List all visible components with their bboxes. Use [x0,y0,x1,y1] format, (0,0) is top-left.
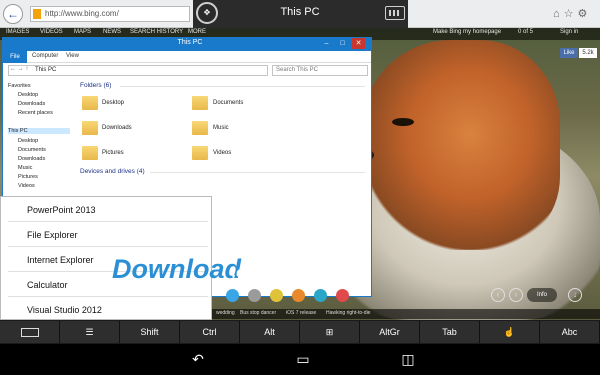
abc-keyboard-key[interactable]: Abc [540,321,600,343]
nav-pc-videos[interactable]: Videos [18,183,35,189]
bing-prev-icon[interactable]: ‹ [491,288,505,302]
app-item-visual-studio[interactable]: Visual Studio 2012 [27,305,102,315]
app-item-powerpoint[interactable]: PowerPoint 2013 [27,205,96,215]
minimize-icon[interactable]: – [320,38,333,49]
back-arrow-icon[interactable]: ← [3,4,23,24]
list-key[interactable]: ☰ [60,321,120,343]
news-item[interactable]: wedding [216,310,235,316]
nav-favorites[interactable]: Favorites [8,83,31,89]
keyboard-icon[interactable] [385,6,405,20]
dpad-icon[interactable]: ✥ [196,2,218,24]
nav-pc-desktop[interactable]: Desktop [18,138,38,144]
menu-divider [8,221,208,222]
fox-head [360,40,560,250]
watermark-dot [314,289,327,302]
fox-eye [392,118,414,126]
app-item-internet-explorer[interactable]: Internet Explorer [27,255,94,265]
section-divider [150,172,365,173]
shift-key[interactable]: Shift [120,321,180,343]
bing-favicon-icon [33,9,41,19]
tab-file[interactable]: File [3,51,27,63]
folder-icon[interactable] [192,146,208,160]
ctrl-key[interactable]: Ctrl [180,321,240,343]
folder-icon[interactable] [192,96,208,110]
bing-nav-news[interactable]: NEWS [103,29,121,35]
bing-nav-more[interactable]: MORE [188,29,206,35]
folder-desktop[interactable]: Desktop [102,100,124,106]
close-icon[interactable]: ✕ [352,38,365,49]
nav-pc-downloads[interactable]: Downloads [18,156,45,162]
news-item[interactable]: Bus stop dancer [240,310,276,316]
folder-icon[interactable] [192,121,208,135]
ie-right-icons[interactable]: ⌂☆⚙ [553,3,597,25]
explorer-address-bar[interactable]: This PC [8,65,268,76]
bing-nav-search-history[interactable]: SEARCH HISTORY [130,29,183,35]
explorer-search-input[interactable]: Search This PC [272,65,368,76]
nav-fav-downloads[interactable]: Downloads [18,101,45,107]
windows-key[interactable]: ⊞ [300,321,360,343]
android-back-icon[interactable]: ↶ [178,348,218,370]
folder-downloads[interactable]: Downloads [102,125,132,131]
alt-key[interactable]: Alt [240,321,300,343]
news-item[interactable]: iOS 7 release [286,310,316,316]
watermark-dot [226,289,239,302]
android-recents-icon[interactable]: ◫ [388,348,428,370]
folder-music[interactable]: Music [213,125,229,131]
explorer-title: This PC [177,39,203,46]
bing-like-count: 5.2k [579,48,597,58]
tab-view[interactable]: View [66,53,79,59]
watermark-dot [292,289,305,302]
watermark-dot [270,289,283,302]
maximize-icon[interactable]: □ [336,38,349,49]
bing-nav-videos[interactable]: VIDEOS [40,29,63,35]
folder-icon[interactable] [82,96,98,110]
mouse-pointer-key[interactable]: ☝ [480,321,540,343]
folder-icon[interactable] [82,146,98,160]
nav-this-pc[interactable]: This PC [8,128,70,134]
bing-counter: 0 of 5 [518,29,534,35]
tab-computer[interactable]: Computer [32,53,58,59]
menu-divider [8,246,208,247]
drives-section-header[interactable]: Devices and drives (4) [80,168,145,175]
app-item-calculator[interactable]: Calculator [27,280,68,290]
folders-section-header[interactable]: Folders (6) [80,82,111,89]
app-item-file-explorer[interactable]: File Explorer [27,230,78,240]
bing-nav-maps[interactable]: MAPS [74,29,91,35]
remote-window-title: This PC [280,6,320,18]
nav-pc-documents[interactable]: Documents [18,147,46,153]
section-divider [120,86,365,87]
bing-signin-link[interactable]: Sign in [560,29,578,35]
android-home-icon[interactable]: ▭ [283,348,323,370]
nav-pc-music[interactable]: Music [18,165,32,171]
bing-download-icon[interactable]: ↓ [568,288,582,302]
nav-fav-recent[interactable]: Recent places [18,110,53,116]
bing-like-button[interactable]: Like [560,48,578,58]
tab-key[interactable]: Tab [420,321,480,343]
altgr-key[interactable]: AltGr [360,321,420,343]
watermark-tld: .com.vn [232,264,289,281]
folder-documents[interactable]: Documents [213,100,243,106]
bing-next-icon[interactable]: › [509,288,523,302]
bing-homepage-link[interactable]: Make Bing my homepage [433,29,501,35]
watermark-dot [336,289,349,302]
folder-icon[interactable] [82,121,98,135]
bing-nav-images[interactable]: IMAGES [6,29,29,35]
bing-info-button[interactable]: Info [527,288,557,302]
folder-videos[interactable]: Videos [213,150,231,156]
toggle-window-key[interactable] [0,321,60,343]
ie-address-bar[interactable]: http://www.bing.com/ [30,6,190,22]
watermark-dot [248,289,261,302]
nav-pc-pictures[interactable]: Pictures [18,174,38,180]
nav-arrows-icon[interactable]: ← → ↑ [10,66,28,72]
folder-pictures[interactable]: Pictures [102,150,124,156]
nav-fav-desktop[interactable]: Desktop [18,92,38,98]
menu-divider [8,296,208,297]
news-item[interactable]: Hawking right-to-die [326,310,370,316]
